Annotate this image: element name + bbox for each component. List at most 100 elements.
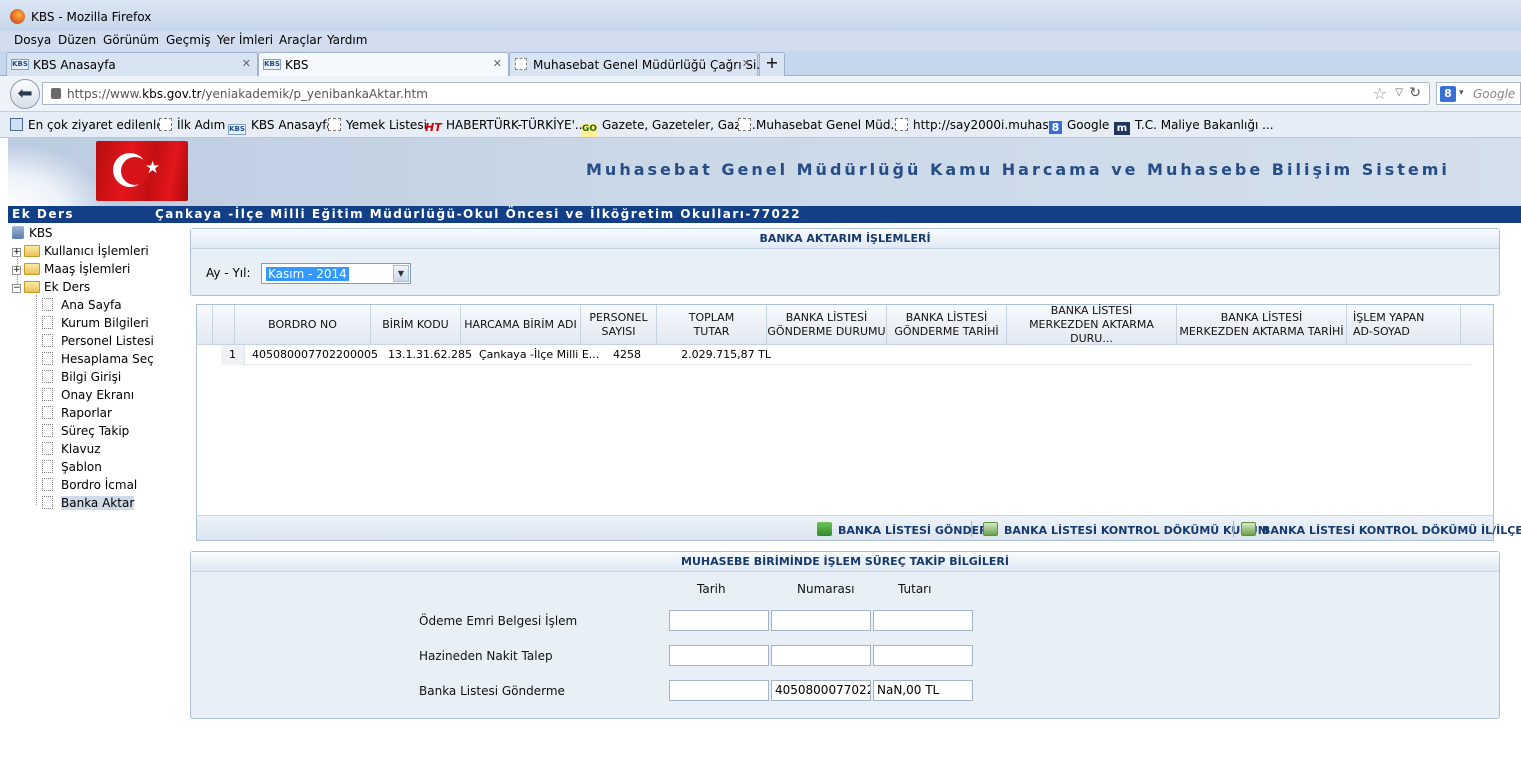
tab-muhasebat-cagri[interactable]: Muhasebat Genel Müdürlüğü Çağrı Si... ✕	[509, 52, 768, 76]
url-dropdown-icon[interactable]: ▽	[1395, 87, 1403, 98]
banka-listesi-numara-field[interactable]: 4050800077022	[771, 680, 871, 701]
tree-root-kbs[interactable]: KBS	[12, 226, 53, 240]
col-header-aktarma-durumu[interactable]: BANKA LİSTESİ MERKEZDEN AKTARMA DURU...	[1007, 304, 1177, 345]
col-header-personel-sayisi[interactable]: PERSONEL SAYISI	[581, 305, 657, 345]
navigation-bar: ⬅ https://www.kbs.gov.tr/yeniakademik/p_…	[0, 76, 1521, 112]
bookmark-muhasebat[interactable]: Muhasebat Genel Müd...	[738, 118, 902, 132]
page-icon	[42, 334, 53, 347]
bookmark-say2000i[interactable]: http://say2000i.muhas...	[895, 118, 1060, 132]
reload-icon[interactable]: ↻	[1409, 85, 1421, 101]
tree-item-banka-aktar[interactable]: Banka Aktar	[42, 496, 135, 510]
control-report-kurum-button[interactable]: BANKA LİSTESİ KONTROL DÖKÜMÜ KURUM	[983, 522, 1269, 537]
banka-listesi-tarih-field[interactable]	[669, 680, 769, 701]
bank-transfer-panel-title: BANKA AKTARIM İŞLEMLERİ	[191, 229, 1499, 249]
app-banner: ★ Muhasebat Genel Müdürlüğü Kamu Harcama…	[8, 138, 1521, 206]
tree-item-kurum-bilgileri[interactable]: Kurum Bilgileri	[42, 316, 149, 330]
tree-item-raporlar[interactable]: Raporlar	[42, 406, 112, 420]
period-select[interactable]: Kasım - 2014 ▼	[261, 263, 411, 284]
menu-araclar[interactable]: Araçlar	[279, 33, 322, 47]
nakit-talep-numara-field[interactable]	[771, 645, 871, 666]
col-header-harcama-birim-adi[interactable]: HARCAMA BİRİM ADI	[461, 305, 581, 345]
bookmark-most-visited[interactable]: En çok ziyaret edilenler	[10, 118, 169, 132]
bookmark-star-icon[interactable]: ☆	[1373, 84, 1387, 103]
tree-folder-ek-ders[interactable]: − Ek Ders	[12, 280, 90, 294]
tab-kbs-anasayfa[interactable]: KBS KBS Anasayfa ✕	[6, 52, 258, 76]
tree-item-surec-takip[interactable]: Süreç Takip	[42, 424, 129, 438]
expand-icon[interactable]: +	[12, 266, 21, 275]
close-tab-icon[interactable]: ✕	[242, 57, 251, 70]
col-header-islem-yapan[interactable]: İŞLEM YAPAN AD-SOYAD	[1347, 305, 1461, 345]
close-tab-icon[interactable]: ✕	[742, 57, 751, 70]
page-icon	[42, 370, 53, 383]
collapse-icon[interactable]: −	[12, 284, 21, 293]
menu-yer-imleri[interactable]: Yer İmleri	[217, 33, 273, 47]
menu-gorunum[interactable]: Görünüm	[103, 33, 159, 47]
col-header-bordro-no[interactable]: BORDRO NO	[235, 305, 371, 345]
odeme-emri-tutar-field[interactable]	[873, 610, 973, 631]
bookmark-haberturk[interactable]: HT HABERTÜRK-TÜRKİYE'...	[425, 118, 586, 134]
new-tab-button[interactable]: +	[759, 52, 785, 76]
grid-header: BORDRO NO BİRİM KODU HARCAMA BİRİM ADI P…	[197, 304, 1493, 345]
bookmark-kbs-anasayfa[interactable]: KBS KBS Anasayfa	[228, 118, 334, 135]
tree-item-onay-ekrani[interactable]: Onay Ekranı	[42, 388, 134, 402]
control-report-il-ilce-button[interactable]: BANKA LİSTESİ KONTROL DÖKÜMÜ İL/İLÇE	[1241, 522, 1521, 537]
computer-icon	[12, 226, 24, 239]
col-header-birim-kodu[interactable]: BİRİM KODU	[371, 305, 461, 345]
col-label-numarasi: Numarası	[797, 582, 855, 596]
expand-icon[interactable]: +	[12, 248, 21, 257]
search-bar[interactable]: 8 ▾ Google	[1436, 82, 1521, 105]
close-tab-icon[interactable]: ✕	[493, 57, 502, 70]
menu-gecmis[interactable]: Geçmiş	[166, 33, 211, 47]
send-bank-list-button[interactable]: BANKA LİSTESİ GÖNDER	[817, 522, 988, 537]
google-engine-icon[interactable]: 8	[1440, 86, 1456, 102]
odeme-emri-numara-field[interactable]	[771, 610, 871, 631]
bookmark-yemek-listesi[interactable]: Yemek Listesi	[328, 118, 427, 132]
tab-label: KBS	[285, 58, 309, 72]
chevron-down-icon[interactable]: ▼	[393, 265, 409, 282]
menu-bar: Dosya Düzen Görünüm Geçmiş Yer İmleri Ar…	[0, 31, 1521, 51]
col-header-aktarma-tarihi[interactable]: BANKA LİSTESİ MERKEZDEN AKTARMA TARİHİ	[1177, 305, 1347, 345]
col-label-tarih: Tarih	[697, 582, 726, 596]
bookmark-maliye[interactable]: m T.C. Maliye Bakanlığı ...	[1114, 118, 1274, 135]
tree-folder-kullanici[interactable]: + Kullanıcı İşlemleri	[12, 244, 149, 258]
bookmark-google[interactable]: 8 Google	[1049, 118, 1109, 134]
tree-item-ana-sayfa[interactable]: Ana Sayfa	[42, 298, 122, 312]
process-tracking-panel-title: MUHASEBE BİRİMİNDE İŞLEM SÜREÇ TAKİP BİL…	[191, 552, 1499, 572]
download-icon	[817, 522, 832, 536]
tree-item-sablon[interactable]: Şablon	[42, 460, 102, 474]
nakit-talep-tarih-field[interactable]	[669, 645, 769, 666]
tab-bar: KBS KBS Anasayfa ✕ KBS KBS ✕ Muhasebat G…	[0, 51, 1521, 77]
tree-item-hesaplama-sec[interactable]: Hesaplama Seç	[42, 352, 154, 366]
nakit-talep-tutar-field[interactable]	[873, 645, 973, 666]
col-header-gonderme-durumu[interactable]: BANKA LİSTESİ GÖNDERME DURUMU	[767, 305, 887, 345]
menu-dosya[interactable]: Dosya	[14, 33, 51, 47]
page-icon	[42, 298, 53, 311]
tree-item-klavuz[interactable]: Klavuz	[42, 442, 101, 456]
lock-icon	[51, 88, 61, 99]
tree-item-bordro-icmal[interactable]: Bordro İcmal	[42, 478, 137, 492]
table-row[interactable]: 1 405080007702200005 13.1.31.62.285 Çank…	[221, 345, 1471, 365]
tree-folder-maas[interactable]: + Maaş İşlemleri	[12, 262, 130, 276]
tree-item-bilgi-girisi[interactable]: Bilgi Girişi	[42, 370, 121, 384]
cell-birim-kodu: 13.1.31.62.285	[388, 348, 472, 361]
menu-duzen[interactable]: Düzen	[58, 33, 96, 47]
tree-item-personel-listesi[interactable]: Personel Listesi	[42, 334, 154, 348]
bookmark-gazete[interactable]: GO Gazete, Gazeteler, Gaze...	[582, 118, 760, 137]
grid-toolbar: BANKA LİSTESİ GÖNDER BANKA LİSTESİ KONTR…	[197, 515, 1521, 540]
engine-dropdown-icon[interactable]: ▾	[1459, 88, 1464, 98]
folder-icon	[24, 263, 40, 275]
gazeteoku-icon: GO	[582, 124, 597, 137]
back-button[interactable]: ⬅	[10, 79, 40, 109]
col-header-gonderme-tarihi[interactable]: BANKA LİSTESİ GÖNDERME TARİHİ	[887, 305, 1007, 345]
menu-yardim[interactable]: Yardım	[327, 33, 367, 47]
tab-kbs[interactable]: KBS KBS ✕	[258, 52, 509, 77]
banka-listesi-tutar-field[interactable]: NaN,00 TL	[873, 680, 973, 701]
url-bar[interactable]: https://www.kbs.gov.tr/yeniakademik/p_ye…	[42, 82, 1430, 105]
odeme-emri-tarih-field[interactable]	[669, 610, 769, 631]
cell-aktarma-durumu	[1031, 345, 1201, 365]
cell-aktarma-tarihi	[1201, 345, 1371, 365]
back-arrow-icon: ⬅	[17, 83, 33, 104]
bookmark-ilk-adim[interactable]: İlk Adım	[159, 118, 225, 132]
kbs-favicon-icon: KBS	[228, 124, 246, 135]
col-header-toplam-tutar[interactable]: TOPLAM TUTAR	[657, 305, 767, 345]
